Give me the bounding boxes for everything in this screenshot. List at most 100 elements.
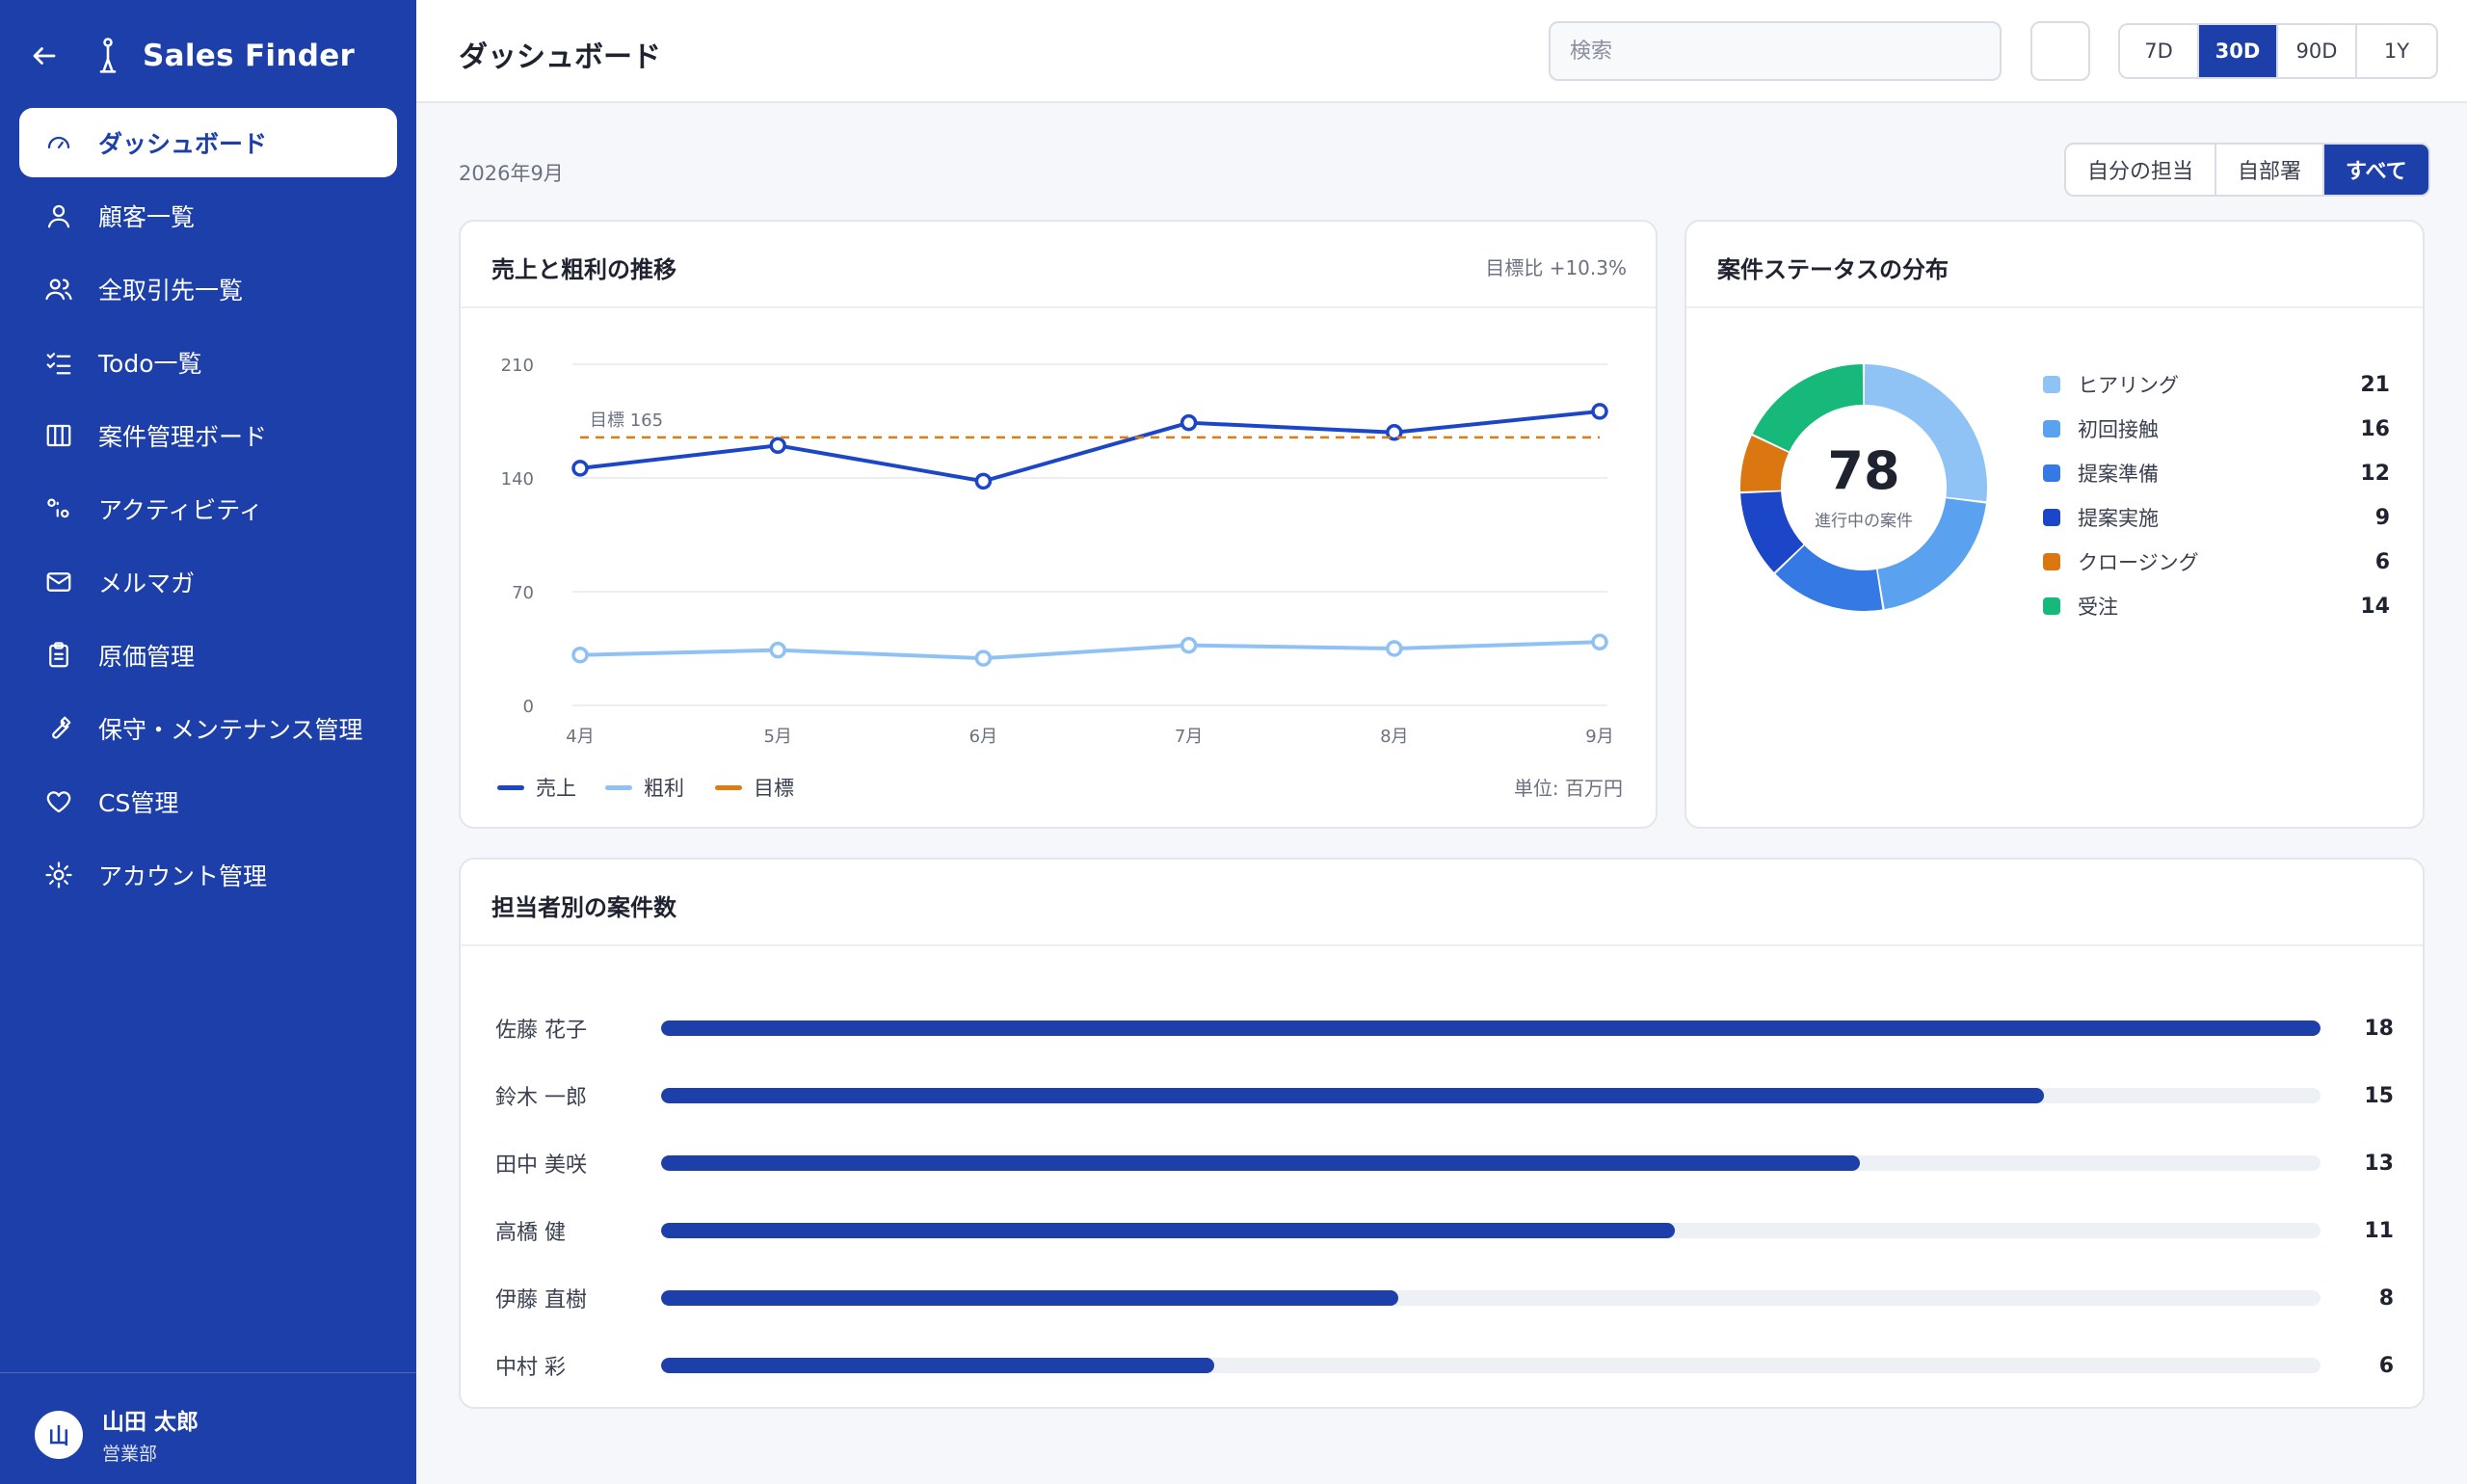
status-swatch (2043, 553, 2060, 570)
sidebar-item-10[interactable]: アカウント管理 (19, 840, 397, 910)
status-legend-row[interactable]: 提案実施 9 (2043, 495, 2390, 540)
owner-bar-fill (661, 1088, 2044, 1103)
search-input[interactable] (1549, 21, 2002, 81)
owner-name: 田中 美咲 (495, 1153, 587, 1178)
sidebar-item-0[interactable]: ダッシュボード (19, 108, 397, 177)
legend-label: 売上 (536, 777, 576, 800)
sidebar-item-label: 保守・メンテナンス管理 (98, 716, 363, 744)
owner-bar-track (661, 1358, 2321, 1373)
status-count: 9 (2374, 505, 2390, 530)
data-point[interactable] (1180, 413, 1198, 432)
legend-item-0[interactable]: 売上 (497, 773, 576, 802)
legend-item-2[interactable]: 目標 (715, 773, 794, 802)
range-option-90d[interactable]: 90D (2278, 25, 2357, 77)
status-legend-row[interactable]: ヒアリング 21 (2043, 362, 2390, 407)
owner-deal-count: 15 (2364, 1083, 2394, 1108)
owner-name: 鈴木 一郎 (495, 1086, 587, 1110)
owner-bar-row[interactable]: 中村 彩 6 (495, 1332, 2394, 1399)
notification-button[interactable] (2030, 21, 2090, 81)
sidebar-item-label: アカウント管理 (98, 862, 268, 890)
owner-bar-row[interactable]: 鈴木 一郎 15 (495, 1062, 2394, 1129)
owner-bar-row[interactable]: 伊藤 直樹 8 (495, 1264, 2394, 1332)
status-label: 提案実施 (2078, 507, 2159, 530)
sidebar-item-2[interactable]: 全取引先一覧 (19, 254, 397, 324)
sales-trend-card: 売上と粗利の推移 目標比 +10.3% 0 70 140 210 4月 5月 6月 7月 8月 9… (459, 220, 1658, 829)
status-swatch (2043, 464, 2060, 482)
legend-item-1[interactable]: 粗利 (605, 773, 684, 802)
status-label: クロージング (2078, 551, 2199, 574)
sidebar-item-7[interactable]: 原価管理 (19, 621, 397, 690)
status-legend-row[interactable]: 初回接触 16 (2043, 407, 2390, 451)
status-distribution-card: 案件ステータスの分布 78 進行中の案件 ヒアリング 21 初回接触 16 提案準備 12… (1684, 220, 2425, 829)
owner-bar-row[interactable]: 田中 美咲 13 (495, 1129, 2394, 1197)
x-tick-label: 5月 (763, 727, 791, 744)
x-tick-label: 9月 (1585, 727, 1613, 744)
status-swatch (2043, 597, 2060, 615)
sidebar-item-6[interactable]: メルマガ (19, 547, 397, 617)
legend-label: 目標 (754, 777, 794, 800)
data-point[interactable] (1591, 633, 1608, 651)
data-point[interactable] (769, 641, 786, 659)
legend-swatch (497, 784, 524, 790)
date-range-toggle: 7D 30D 90D 1Y (2118, 23, 2438, 79)
sidebar-item-label: Todo一覧 (98, 350, 202, 378)
owner-bar-fill (661, 1020, 2321, 1036)
target-ratio-note: 目標比 +10.3% (1485, 256, 1627, 279)
data-point[interactable] (571, 646, 589, 664)
owner-bar-track (661, 1020, 2321, 1036)
data-point[interactable] (571, 460, 589, 477)
donut-slice-0[interactable] (1864, 364, 1987, 502)
data-point[interactable] (1591, 403, 1608, 420)
sidebar-item-1[interactable]: 顧客一覧 (19, 181, 397, 251)
lamp-logo-icon (91, 37, 125, 75)
scope-option-0[interactable]: 自分の担当 (2066, 145, 2217, 195)
owner-bar-fill (661, 1290, 1399, 1306)
user-name: 山田 太郎 (102, 1410, 199, 1435)
sidebar-item-4[interactable]: 案件管理ボード (19, 401, 397, 470)
data-point[interactable] (1386, 640, 1403, 657)
kanban-icon (42, 419, 75, 452)
owner-bar-track (661, 1223, 2321, 1238)
owner-name: 中村 彩 (495, 1356, 566, 1380)
data-point[interactable] (974, 649, 993, 667)
scope-option-2[interactable]: すべて (2324, 145, 2428, 195)
sidebar-item-3[interactable]: Todo一覧 (19, 328, 397, 397)
x-tick-label: 4月 (566, 727, 594, 744)
owner-bar-fill (661, 1358, 1214, 1373)
back-arrow-icon[interactable] (27, 39, 62, 73)
mail-icon (42, 566, 75, 598)
sidebar-item-8[interactable]: 保守・メンテナンス管理 (19, 694, 397, 763)
owner-deal-count: 11 (2364, 1218, 2394, 1243)
status-legend-row[interactable]: 受注 14 (2043, 584, 2390, 628)
wrench-icon (42, 712, 75, 745)
status-swatch (2043, 376, 2060, 393)
status-distribution-title: 案件ステータスの分布 (1717, 256, 1949, 283)
avatar: 山 (35, 1410, 83, 1459)
gauge-icon (42, 126, 75, 159)
donut-slice-5[interactable] (1752, 364, 1864, 452)
status-swatch (2043, 509, 2060, 526)
gear-icon (42, 859, 75, 891)
owner-deal-count: 18 (2364, 1016, 2394, 1041)
user-profile[interactable]: 山 山田 太郎 営業部 (35, 1403, 199, 1466)
status-legend-row[interactable]: 提案準備 12 (2043, 451, 2390, 495)
status-legend: ヒアリング 21 初回接触 16 提案準備 12 提案実施 9 クロージング 6 受注 14 (2043, 362, 2390, 628)
scope-option-1[interactable]: 自部署 (2216, 145, 2325, 195)
owner-bar-track (661, 1290, 2321, 1306)
owner-bar-row[interactable]: 高橋 健 11 (495, 1197, 2394, 1264)
sidebar-item-9[interactable]: CS管理 (19, 767, 397, 836)
range-option-1y[interactable]: 1Y (2357, 25, 2436, 77)
range-option-7d[interactable]: 7D (2120, 25, 2199, 77)
owner-bar-track (661, 1155, 2321, 1171)
range-option-30d[interactable]: 30D (2199, 25, 2278, 77)
data-point[interactable] (769, 437, 786, 455)
data-point[interactable] (974, 472, 993, 490)
legend-label: 粗利 (644, 777, 684, 800)
sidebar-item-label: ダッシュボード (98, 130, 268, 158)
owner-bar-row[interactable]: 佐藤 花子 18 (495, 994, 2394, 1062)
donut-slice-1[interactable] (1877, 498, 1986, 610)
sidebar-item-5[interactable]: アクティビティ (19, 474, 397, 543)
status-legend-row[interactable]: クロージング 6 (2043, 540, 2390, 584)
status-label: 受注 (2078, 596, 2118, 619)
data-point[interactable] (1180, 636, 1198, 654)
